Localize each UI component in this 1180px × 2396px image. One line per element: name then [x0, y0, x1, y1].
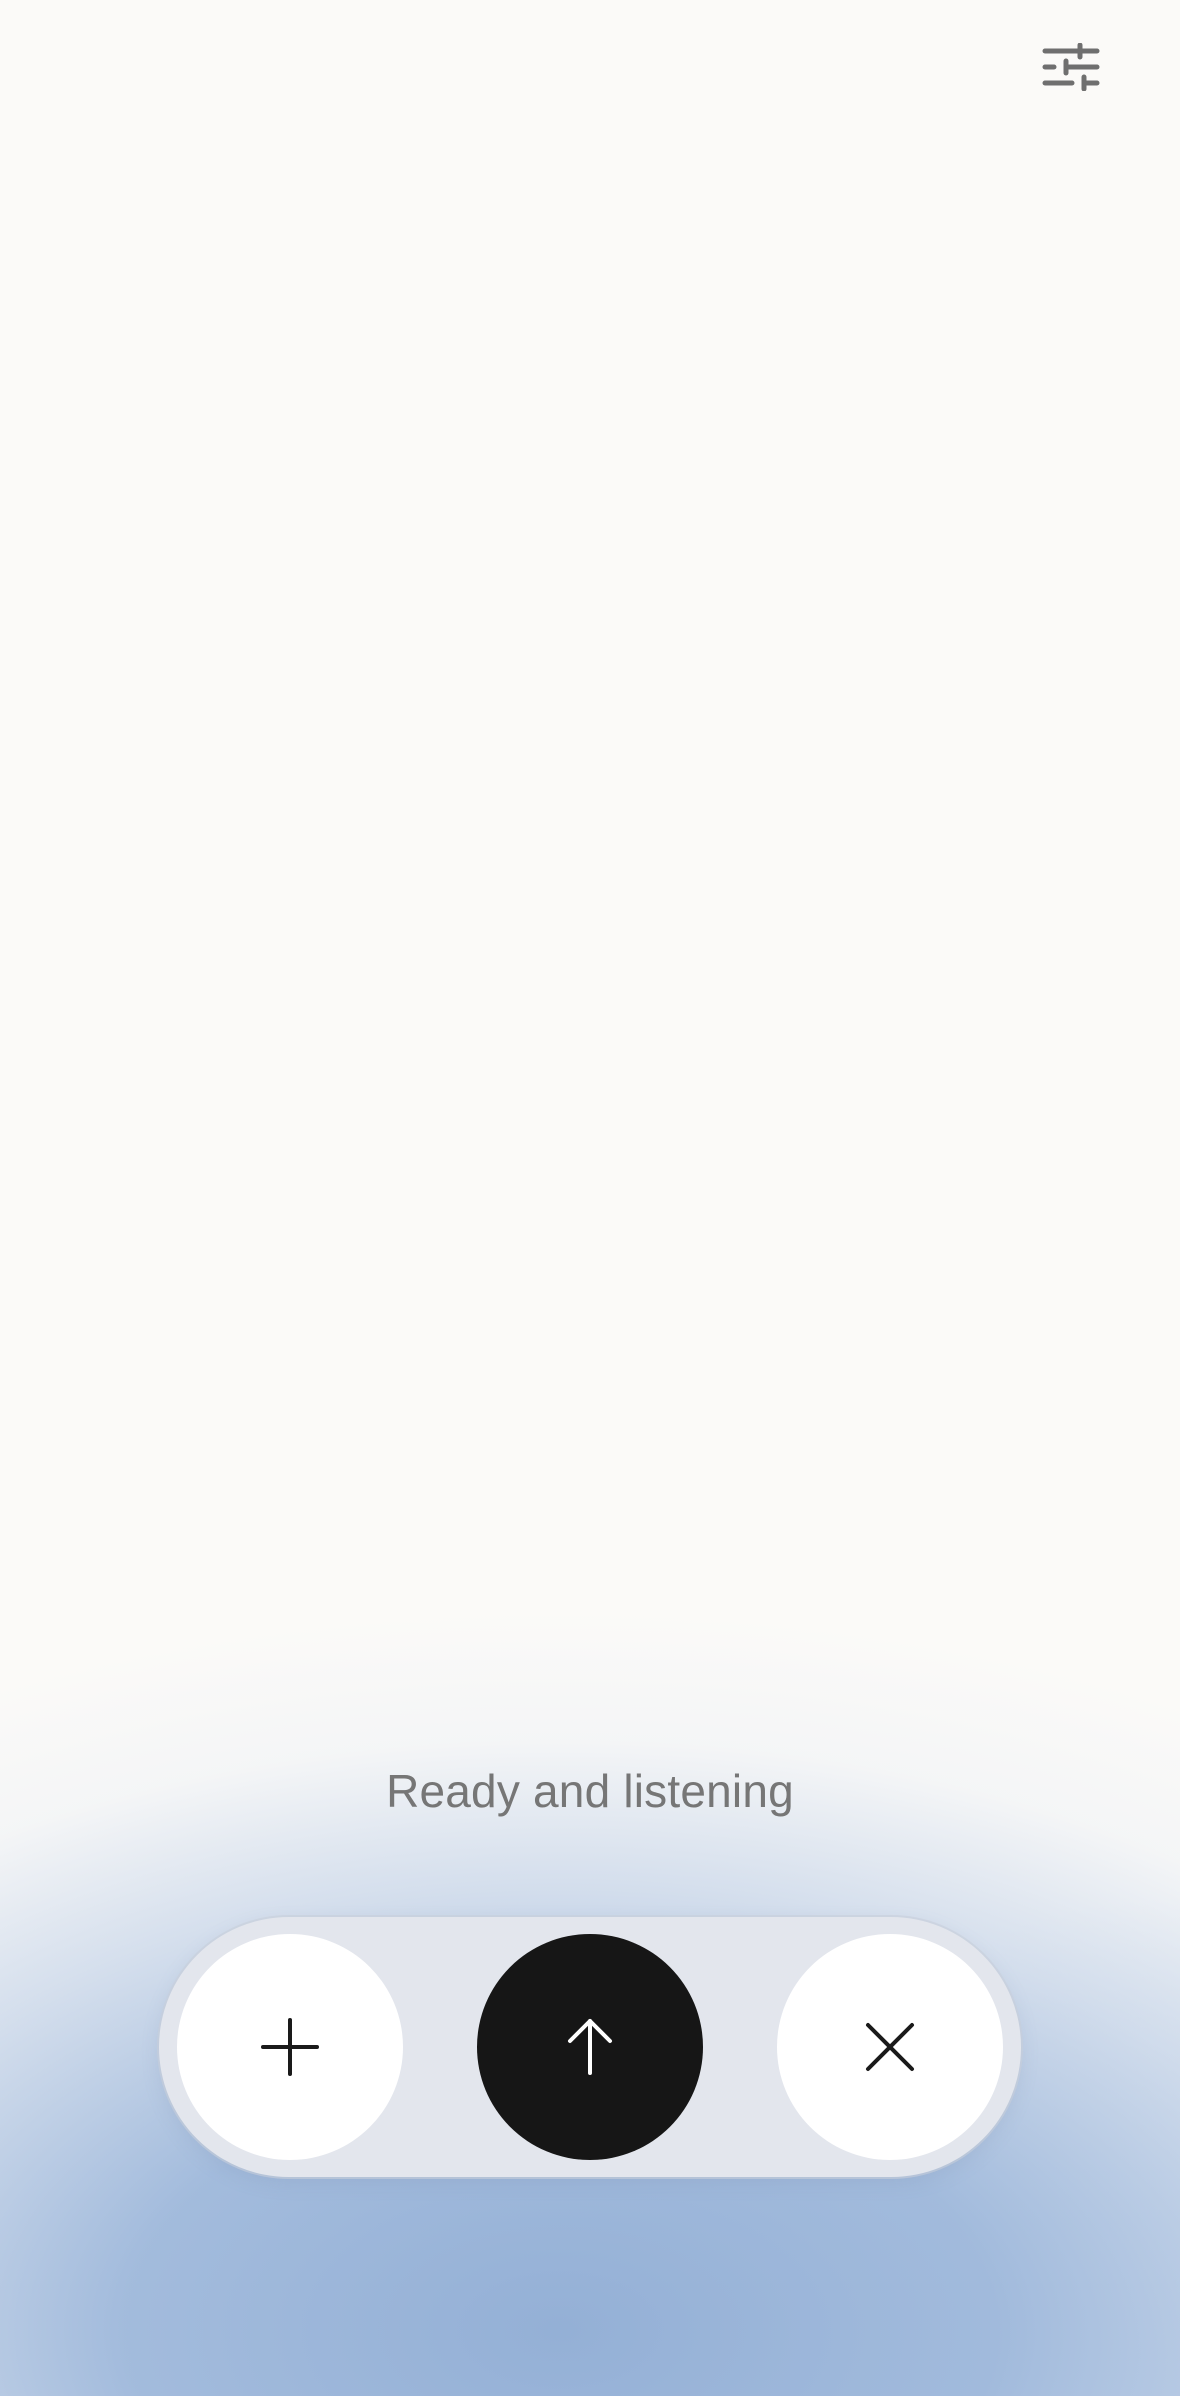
voice-controls — [159, 1917, 1021, 2177]
status-label: Ready and listening — [386, 1765, 794, 1817]
voice-screen: Ready and listening — [0, 0, 1180, 2396]
settings-button[interactable] — [1034, 36, 1108, 98]
arrow-up-icon — [568, 2019, 612, 2075]
close-icon — [866, 2023, 914, 2071]
close-button[interactable] — [777, 1934, 1003, 2160]
add-button[interactable] — [177, 1934, 403, 2160]
send-button[interactable] — [477, 1934, 703, 2160]
sliders-icon — [1042, 43, 1100, 91]
plus-icon — [261, 2018, 319, 2076]
